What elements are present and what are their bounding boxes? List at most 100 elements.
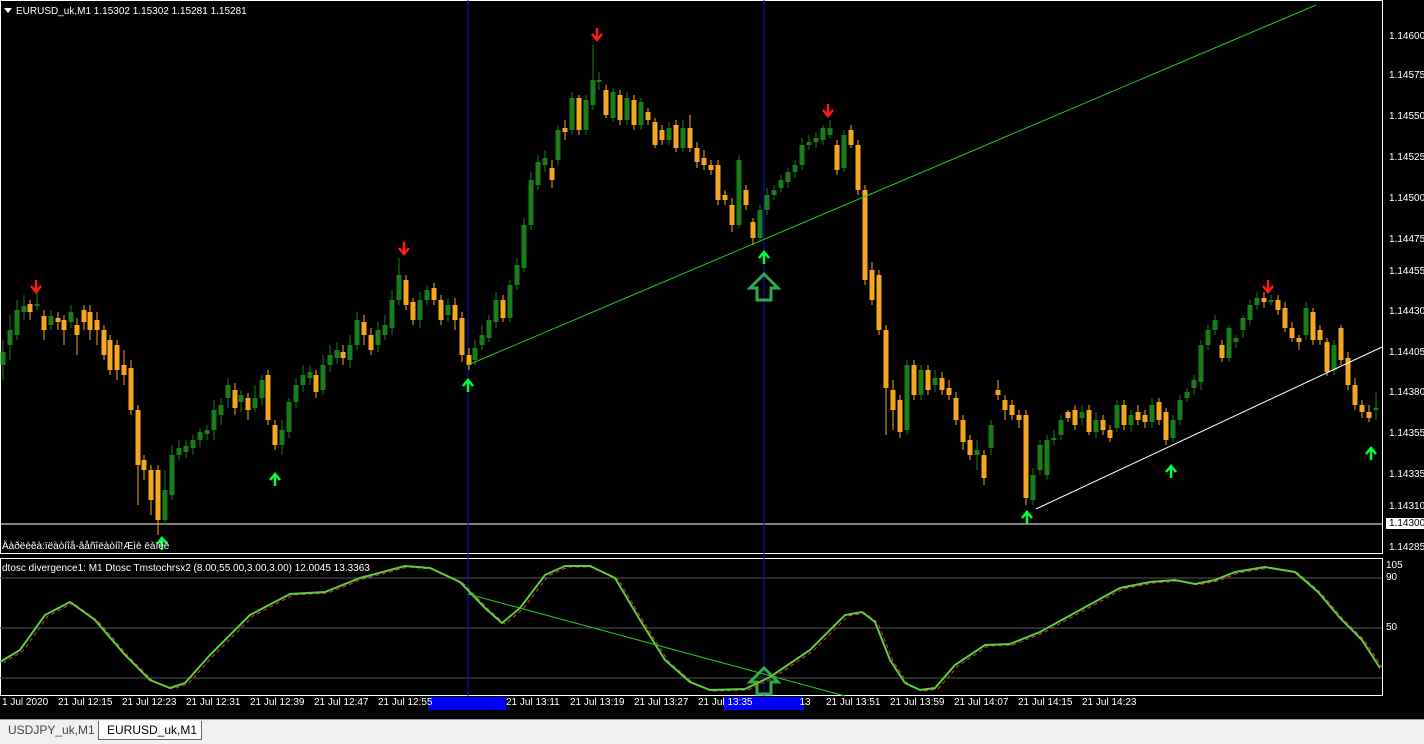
candle-body bbox=[347, 345, 353, 360]
candle bbox=[148, 465, 154, 515]
candle-body bbox=[932, 378, 938, 385]
candle-body bbox=[583, 100, 589, 130]
price-tick-label: 1.14430 bbox=[1389, 306, 1424, 317]
price-chart[interactable] bbox=[0, 0, 1424, 743]
candle bbox=[1044, 435, 1050, 480]
candle-body bbox=[74, 325, 80, 335]
candle bbox=[834, 140, 840, 175]
candle bbox=[1086, 405, 1092, 435]
candle-body bbox=[176, 448, 182, 455]
candle-body bbox=[576, 98, 582, 130]
candle bbox=[521, 218, 527, 272]
candle-body bbox=[507, 285, 513, 318]
candle bbox=[708, 160, 714, 175]
candle-body bbox=[855, 145, 861, 190]
candle bbox=[715, 160, 721, 205]
candle-body bbox=[827, 128, 833, 135]
candle-body bbox=[41, 316, 47, 330]
candle bbox=[645, 108, 651, 125]
price-tick-label: 1.14355 bbox=[1389, 428, 1424, 439]
candle-body bbox=[361, 322, 367, 335]
candle bbox=[701, 150, 707, 170]
tab-usdjpy[interactable]: USDJPY_uk,M1 bbox=[0, 721, 103, 739]
candle bbox=[1310, 308, 1316, 345]
candle bbox=[1254, 292, 1260, 310]
candle-body bbox=[813, 138, 819, 142]
candle bbox=[265, 370, 271, 425]
candle bbox=[313, 370, 319, 398]
candle bbox=[694, 142, 700, 168]
candle-body bbox=[680, 128, 686, 148]
candle-body bbox=[596, 80, 602, 82]
candle-body bbox=[211, 410, 217, 430]
candle bbox=[1233, 335, 1239, 348]
oscillator-signal-line bbox=[2, 566, 1384, 692]
tab-eurusd[interactable]: EURUSD_uk,M1 bbox=[98, 721, 202, 740]
candle-body bbox=[183, 446, 189, 452]
candle bbox=[1058, 415, 1064, 440]
candle bbox=[1345, 352, 1351, 390]
candle bbox=[1338, 325, 1344, 365]
candle bbox=[1002, 395, 1008, 420]
candle-body bbox=[1114, 405, 1120, 428]
time-tick-label: 21 Jul 12:47 bbox=[314, 697, 369, 708]
time-tick-label: 21 Jul 13:19 bbox=[570, 697, 625, 708]
candle-body bbox=[939, 378, 945, 390]
candle-body bbox=[1177, 400, 1183, 420]
candle bbox=[493, 292, 499, 328]
candle-body bbox=[1352, 385, 1358, 405]
candle bbox=[466, 348, 472, 370]
candle bbox=[514, 258, 520, 290]
candle bbox=[0, 340, 6, 380]
candle bbox=[778, 175, 784, 192]
candle bbox=[232, 383, 238, 415]
candle-body bbox=[652, 122, 658, 145]
candle bbox=[890, 380, 896, 430]
candle-body bbox=[445, 305, 451, 315]
price-tick-label: 1.14405 bbox=[1389, 347, 1424, 358]
candle bbox=[631, 95, 637, 130]
candle-body bbox=[218, 405, 224, 415]
candle-body bbox=[701, 158, 707, 165]
time-tick-label: 21 Jul 14:07 bbox=[954, 697, 1009, 708]
candle bbox=[820, 125, 826, 145]
candle-body bbox=[1058, 420, 1064, 435]
candle bbox=[841, 130, 847, 172]
candle-body bbox=[1275, 300, 1281, 310]
candle-body bbox=[1205, 330, 1211, 345]
candle-body bbox=[34, 304, 40, 306]
candle bbox=[995, 380, 1001, 400]
candle-body bbox=[1086, 410, 1092, 432]
candle bbox=[293, 378, 299, 408]
candle bbox=[722, 190, 728, 205]
candle-body bbox=[403, 280, 409, 305]
candle-body bbox=[1135, 412, 1141, 420]
candle-body bbox=[368, 335, 374, 350]
candle-body bbox=[1247, 305, 1253, 320]
candle bbox=[1205, 325, 1211, 350]
candle bbox=[596, 72, 602, 90]
candle-body bbox=[169, 455, 175, 495]
candle bbox=[569, 92, 575, 135]
candle bbox=[1212, 315, 1218, 335]
candle bbox=[107, 335, 113, 375]
time-tick-label: 21 Jul 13:51 bbox=[826, 697, 881, 708]
candle bbox=[347, 335, 353, 368]
candle-body bbox=[1002, 400, 1008, 410]
candle bbox=[486, 315, 492, 342]
candle bbox=[590, 45, 596, 110]
candle-body bbox=[1191, 380, 1197, 388]
candle-body bbox=[81, 310, 87, 322]
candle-body bbox=[792, 165, 798, 172]
buy-arrow-icon bbox=[462, 378, 474, 392]
candle-body bbox=[862, 190, 868, 280]
candle bbox=[1177, 395, 1183, 425]
candle-body bbox=[459, 318, 465, 355]
collapse-triangle-icon[interactable] bbox=[4, 8, 12, 13]
candle bbox=[87, 305, 93, 340]
candle-body bbox=[107, 340, 113, 370]
candle bbox=[507, 280, 513, 322]
candle-body bbox=[528, 180, 534, 225]
candle-body bbox=[417, 300, 423, 320]
candle bbox=[68, 305, 74, 328]
